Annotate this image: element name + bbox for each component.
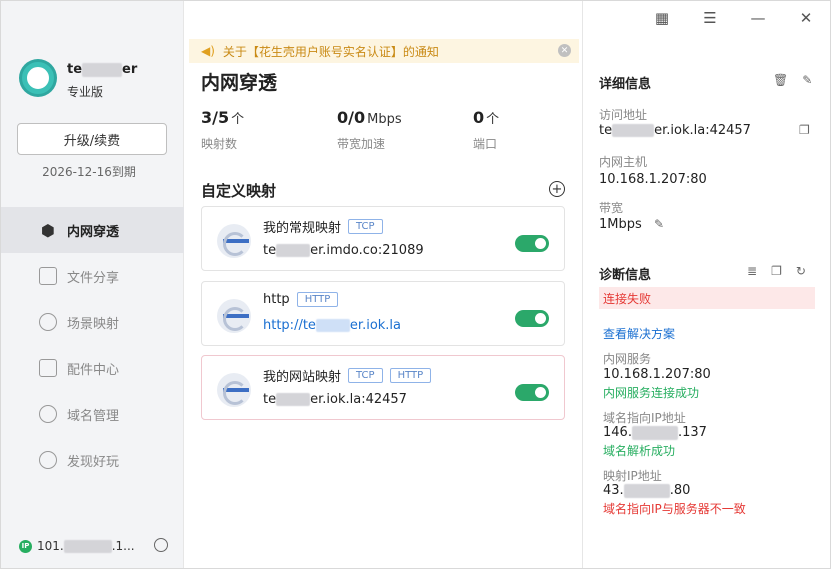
notice-text[interactable]: 关于【花生壳用户账号实名认证】的通知 — [223, 43, 439, 60]
sidebar-item-label: 域名管理 — [67, 408, 120, 424]
protocol-tag: HTTP — [296, 292, 339, 307]
sidebar-nav: ⬢ 内网穿透 文件分享 场景映射 配件中心 域名管理 发现好玩 — [1, 207, 184, 483]
bandwidth-value: 1Mbps — [599, 217, 642, 232]
copy-icon[interactable]: ❐ — [799, 123, 810, 137]
ip-badge-icon: IP — [19, 539, 32, 553]
sidebar-item-intranet[interactable]: ⬢ 内网穿透 — [1, 207, 184, 253]
ip-search-icon[interactable] — [154, 538, 168, 552]
detail-panel: ▦ ☰ — ✕ 详细信息 🗑 ✎ 访问地址 te er.iok.la:42457 … — [582, 1, 830, 568]
edit-icon[interactable]: ✎ — [802, 73, 812, 87]
sidebar-item-label: 内网穿透 — [67, 224, 120, 240]
mapping-logo-icon — [217, 224, 251, 258]
expire-date: 2026-12-16到期 — [42, 165, 136, 179]
sidebar-item-label: 文件分享 — [67, 270, 120, 286]
map-ip-value: 43. .80 — [603, 483, 691, 498]
protocol-tag: HTTP — [389, 368, 432, 383]
close-icon[interactable]: ✕ — [558, 44, 571, 57]
sidebar: te er 专业版 升级/续费 2026-12-16到期 ⬢ 内网穿透 文件分享 … — [1, 1, 184, 568]
redacted-text — [82, 62, 123, 77]
service-label: 内网服务 — [603, 352, 652, 366]
compass-icon — [39, 451, 57, 469]
mapping-name: http — [263, 292, 290, 307]
connection-status: 连接失败 — [599, 287, 815, 309]
domain-ip-status: 域名解析成功 — [603, 444, 676, 458]
mapping-card[interactable]: http HTTP http://te er.iok.la — [201, 281, 565, 346]
username: te er — [67, 62, 138, 77]
stat-mappings: 3/5 个 映射数 — [201, 108, 245, 151]
add-mapping-button[interactable]: + — [549, 181, 565, 197]
grid-icon — [39, 359, 57, 377]
notice-banner[interactable]: ◀) 关于【花生壳用户账号实名认证】的通知 ✕ — [189, 39, 579, 63]
speaker-icon: ◀) — [201, 44, 215, 58]
redacted-text — [63, 539, 112, 553]
bandwidth-label: 带宽 — [599, 201, 624, 215]
domain-ip-value: 146. .137 — [603, 425, 707, 440]
stat-ports: 0个 端口 — [473, 108, 500, 151]
avatar[interactable] — [19, 59, 57, 97]
globe-icon — [39, 405, 57, 423]
app-window: te er 专业版 升级/续费 2026-12-16到期 ⬢ 内网穿透 文件分享 … — [0, 0, 831, 569]
sidebar-item-label: 场景映射 — [67, 316, 120, 332]
edit-bandwidth-icon[interactable]: ✎ — [654, 217, 664, 231]
domain-ip-label: 域名指向IP地址 — [603, 411, 686, 425]
detail-title: 详细信息 — [599, 77, 652, 92]
mapping-name: 我的常规映射 — [263, 221, 342, 236]
protocol-tag: TCP — [348, 219, 383, 234]
close-window-icon[interactable]: ✕ — [782, 1, 830, 35]
stat-bandwidth: 0/0 Mbps 带宽加速 — [337, 108, 402, 151]
edition-label: 专业版 — [67, 85, 104, 99]
layers-icon — [39, 313, 57, 331]
sidebar-item-discover[interactable]: 发现好玩 — [1, 437, 184, 483]
sidebar-item-label: 配件中心 — [67, 362, 120, 378]
host-value: 10.168.1.207:80 — [599, 172, 707, 187]
mapping-address[interactable]: te er.imdo.co:21089 — [263, 243, 424, 258]
main-content: ◀) 关于【花生壳用户账号实名认证】的通知 ✕ 内网穿透 3/5 个 映射数 0/… — [184, 1, 582, 568]
mapping-address[interactable]: te er.iok.la:42457 — [263, 392, 407, 407]
sidebar-item-domain[interactable]: 域名管理 — [1, 391, 184, 437]
delete-icon[interactable]: 🗑 — [773, 73, 788, 87]
map-ip-status: 域名指向IP与服务器不一致 — [603, 502, 746, 516]
folder-share-icon — [39, 267, 57, 285]
sidebar-item-scene[interactable]: 场景映射 — [1, 299, 184, 345]
sidebar-item-accessories[interactable]: 配件中心 — [1, 345, 184, 391]
host-label: 内网主机 — [599, 155, 648, 169]
minimize-icon[interactable]: — — [734, 1, 782, 35]
access-address: te er.iok.la:42457 — [599, 123, 751, 138]
menu-icon[interactable]: ☰ — [686, 1, 734, 35]
cube-icon: ⬢ — [41, 220, 55, 240]
qrcode-icon[interactable]: ▦ — [638, 1, 686, 35]
mapping-name: 我的网站映射 — [263, 370, 342, 385]
mapping-toggle[interactable] — [515, 235, 549, 252]
mapping-toggle[interactable] — [515, 384, 549, 401]
section-title: 自定义映射 — [201, 182, 277, 200]
mapping-card[interactable]: 我的常规映射 TCP te er.imdo.co:21089 — [201, 206, 565, 271]
access-label: 访问地址 — [599, 108, 648, 122]
map-ip-label: 映射IP地址 — [603, 469, 662, 483]
sidebar-item-file-share[interactable]: 文件分享 — [1, 253, 184, 299]
mapping-logo-icon — [217, 373, 251, 407]
window-controls: ▦ ☰ — ✕ — [638, 1, 830, 35]
mapping-logo-icon — [217, 299, 251, 333]
upgrade-button[interactable]: 升级/续费 — [17, 123, 167, 155]
solution-link[interactable]: 查看解决方案 — [603, 325, 675, 342]
mapping-address-link[interactable]: http://te er.iok.la — [263, 318, 401, 333]
mapping-toggle[interactable] — [515, 310, 549, 327]
mapping-card-selected[interactable]: 我的网站映射 TCP HTTP te er.iok.la:42457 — [201, 355, 565, 420]
diagnosis-title: 诊断信息 — [599, 268, 652, 283]
service-status: 内网服务连接成功 — [603, 386, 700, 400]
log-icon[interactable]: ≣ — [747, 264, 757, 278]
page-title: 内网穿透 — [201, 72, 278, 94]
sidebar-item-label: 发现好玩 — [67, 454, 120, 470]
service-value: 10.168.1.207:80 — [603, 367, 711, 382]
protocol-tag: TCP — [348, 368, 383, 383]
copy-diagnosis-icon[interactable]: ❐ — [771, 264, 782, 278]
refresh-icon[interactable]: ↻ — [796, 264, 806, 278]
ip-status: IP 101. .1... — [19, 539, 135, 553]
